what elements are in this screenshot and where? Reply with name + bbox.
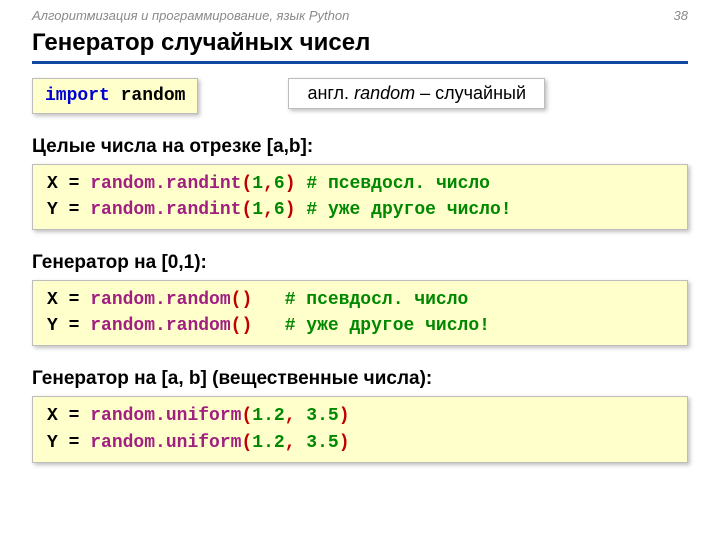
paren-close: )	[241, 316, 252, 336]
sp	[296, 200, 307, 220]
note-pre: англ.	[307, 83, 354, 103]
var: X	[47, 174, 58, 194]
comma: ,	[285, 433, 307, 453]
header-bar: Алгоритмизация и программирование, язык …	[32, 8, 688, 23]
arg2: 6	[274, 200, 285, 220]
eq: =	[58, 316, 90, 336]
var: Y	[47, 433, 58, 453]
fn: random	[166, 316, 231, 336]
intro-row: import random англ. random – случайный	[32, 78, 688, 114]
note-word: random	[354, 83, 415, 103]
arg1: 1.2	[252, 406, 284, 426]
arg1: 1	[252, 174, 263, 194]
sp	[252, 290, 284, 310]
arg1: 1.2	[252, 433, 284, 453]
comment: # псевдосл. число	[285, 290, 469, 310]
var: Y	[47, 200, 58, 220]
obj: random.	[90, 200, 166, 220]
obj: random.	[90, 174, 166, 194]
fn: randint	[166, 174, 242, 194]
space	[110, 86, 121, 106]
note-post: – случайный	[415, 83, 526, 103]
codebox-uniform: X = random.uniform(1.2, 3.5) Y = random.…	[32, 396, 688, 462]
eq: =	[58, 290, 90, 310]
comma: ,	[263, 200, 274, 220]
course-label: Алгоритмизация и программирование, язык …	[32, 8, 349, 23]
section-heading: Генератор на [0,1):	[32, 252, 688, 274]
kw-import: import	[45, 86, 110, 106]
sp	[252, 316, 284, 336]
translation-note: англ. random – случайный	[288, 78, 545, 109]
section-uniform: Генератор на [a, b] (вещественные числа)…	[32, 368, 688, 462]
var: X	[47, 406, 58, 426]
comma: ,	[263, 174, 274, 194]
arg2: 3.5	[306, 433, 338, 453]
paren-open: (	[241, 174, 252, 194]
comment: # уже другое число!	[306, 200, 511, 220]
paren-close: )	[285, 174, 296, 194]
sp	[296, 174, 307, 194]
fn: uniform	[166, 406, 242, 426]
arg1: 1	[252, 200, 263, 220]
comment: # псевдосл. число	[306, 174, 490, 194]
paren-open: (	[241, 406, 252, 426]
section-heading: Целые числа на отрезке [a,b]:	[32, 136, 688, 158]
paren-open: (	[231, 290, 242, 310]
slide: Алгоритмизация и программирование, язык …	[0, 0, 720, 540]
import-codebox: import random	[32, 78, 198, 114]
obj: random.	[90, 406, 166, 426]
comment: # уже другое число!	[285, 316, 490, 336]
paren-open: (	[241, 433, 252, 453]
arg2: 6	[274, 174, 285, 194]
codebox-randint: X = random.randint(1,6) # псевдосл. числ…	[32, 164, 688, 230]
eq: =	[58, 406, 90, 426]
var: X	[47, 290, 58, 310]
obj: random.	[90, 433, 166, 453]
paren-open: (	[231, 316, 242, 336]
paren-close: )	[339, 406, 350, 426]
codebox-random: X = random.random() # псевдосл. число Y …	[32, 280, 688, 346]
obj: random.	[90, 290, 166, 310]
fn: randint	[166, 200, 242, 220]
section-randint: Целые числа на отрезке [a,b]: X = random…	[32, 136, 688, 230]
section-random: Генератор на [0,1): X = random.random() …	[32, 252, 688, 346]
page-title: Генератор случайных чисел	[32, 29, 688, 64]
var: Y	[47, 316, 58, 336]
arg2: 3.5	[306, 406, 338, 426]
fn: uniform	[166, 433, 242, 453]
section-heading: Генератор на [a, b] (вещественные числа)…	[32, 368, 688, 390]
eq: =	[58, 433, 90, 453]
paren-close: )	[339, 433, 350, 453]
page-number: 38	[674, 8, 688, 23]
comma: ,	[285, 406, 307, 426]
fn: random	[166, 290, 231, 310]
eq: =	[58, 200, 90, 220]
mod-random: random	[121, 86, 186, 106]
paren-open: (	[241, 200, 252, 220]
eq: =	[58, 174, 90, 194]
paren-close: )	[241, 290, 252, 310]
obj: random.	[90, 316, 166, 336]
paren-close: )	[285, 200, 296, 220]
